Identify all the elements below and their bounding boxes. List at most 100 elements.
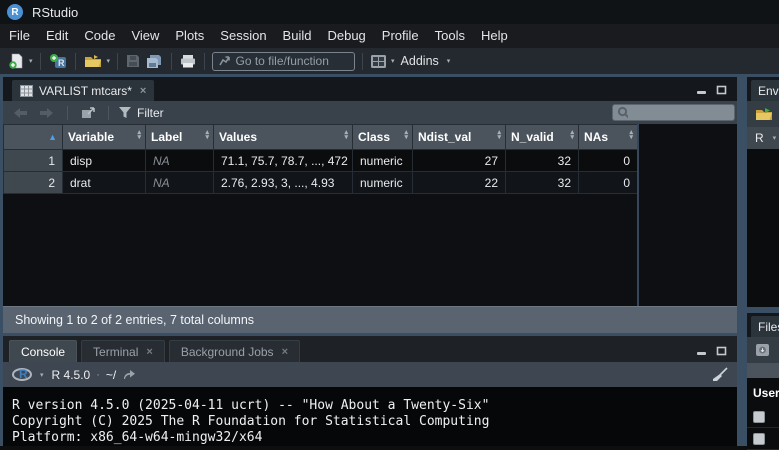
header-nas[interactable]: NAs▴▾ [579,125,638,150]
files-path-label[interactable]: Users [747,378,779,406]
menu-session[interactable]: Session [212,24,274,48]
files-toolbar [747,337,779,363]
environment-language-selector[interactable]: R ▾ [747,127,779,149]
file-row[interactable] [747,406,779,428]
cell-label: NA [146,172,214,194]
close-icon[interactable]: × [282,346,288,358]
tab-environment[interactable]: Environment [751,80,779,101]
panes-layout-button[interactable] [368,54,389,69]
save-all-button[interactable] [143,53,166,70]
cell-values: 71.1, 75.7, 78.7, ..., 472 [214,150,353,172]
addins-button[interactable]: Addins ▾ [397,54,457,68]
tab-terminal[interactable]: Terminal × [81,340,165,362]
files-body: Users [747,378,779,450]
goto-file-search[interactable] [212,52,355,71]
panes-layout-caret-icon[interactable]: ▾ [389,57,397,65]
menu-help[interactable]: Help [473,24,516,48]
tab-title: VARLIST mtcars* [39,84,132,98]
table-search-box[interactable] [612,104,735,121]
popout-window-icon [81,107,95,119]
console-output[interactable]: R version 4.5.0 (2025-04-11 ucrt) -- "Ho… [3,387,737,446]
goto-file-input[interactable] [236,54,349,68]
cell-nas: 0 [579,150,638,172]
open-file-button[interactable] [81,53,105,69]
menu-file[interactable]: File [1,24,38,48]
cell-class: numeric [353,150,413,172]
maximize-icon[interactable] [716,85,727,95]
table-row[interactable]: 1 disp NA 71.1, 75.7, 78.7, ..., 472 num… [4,150,638,172]
panes-grid-icon [371,55,386,68]
minimize-icon[interactable] [696,85,707,95]
table-search-input[interactable] [631,107,730,119]
search-icon [617,106,628,119]
menu-tools[interactable]: Tools [427,24,473,48]
entries-summary: Showing 1 to 2 of 2 entries, 7 total col… [15,313,254,327]
header-label: N_valid [511,130,554,144]
tab-console[interactable]: Console [9,340,77,362]
print-button[interactable] [177,53,199,69]
close-icon[interactable]: × [146,346,152,358]
show-in-new-window-button[interactable] [78,106,98,120]
menu-code[interactable]: Code [76,24,123,48]
viewer-toolbar: Filter [3,101,737,124]
header-class[interactable]: Class▴▾ [353,125,413,150]
new-file-button[interactable] [5,52,27,70]
menu-plots[interactable]: Plots [167,24,212,48]
clear-console-button[interactable] [711,367,728,387]
broom-icon [711,367,728,382]
open-file-caret-icon[interactable]: ▾ [105,57,113,65]
data-grid-icon [20,85,33,97]
print-icon [180,54,196,68]
menu-view[interactable]: View [123,24,167,48]
load-workspace-button[interactable] [752,106,777,122]
minimize-icon[interactable] [696,346,707,356]
r-version-caret-icon[interactable]: ▾ [38,371,46,379]
header-n-valid[interactable]: N_valid▴▾ [506,125,579,150]
tab-label: Environment [758,84,779,98]
save-button[interactable] [123,53,143,69]
tab-background-jobs[interactable]: Background Jobs × [169,340,300,362]
goto-arrow-icon [219,56,229,66]
menu-edit[interactable]: Edit [38,24,76,48]
file-checkbox[interactable] [753,433,765,445]
environment-toolbar [747,101,779,127]
row-number: 1 [4,150,63,172]
save-all-icon [146,54,163,69]
filter-button[interactable]: Filter [119,106,164,120]
maximize-icon[interactable] [716,346,727,356]
menu-build[interactable]: Build [275,24,320,48]
back-button[interactable] [10,106,31,120]
new-project-button[interactable]: R [46,52,70,70]
tab-label: Files [758,320,779,334]
filter-funnel-icon [119,107,131,118]
files-pane: Files Users [747,313,779,446]
open-in-window-icon[interactable] [122,369,136,380]
close-icon[interactable]: × [138,85,146,97]
table-row[interactable]: 2 drat NA 2.76, 2.93, 3, ..., 4.93 numer… [4,172,638,194]
pane-window-buttons [696,85,727,95]
tab-varlist-mtcars[interactable]: VARLIST mtcars* × [12,80,154,101]
header-label: Values [219,130,257,144]
rstudio-logo-icon: R [7,4,23,20]
new-file-caret-icon[interactable]: ▾ [27,57,35,65]
toolbar-separator [117,53,118,70]
toolbar-separator [40,53,41,70]
tab-files[interactable]: Files [751,316,779,337]
header-variable[interactable]: Variable▴▾ [63,125,146,150]
file-row[interactable] [747,428,779,450]
environment-tabbar: Environment [747,77,779,101]
table-status-bar: Showing 1 to 2 of 2 entries, 7 total col… [3,306,737,333]
console-line: Copyright (C) 2025 The R Foundation for … [12,414,737,430]
header-values[interactable]: Values▴▾ [214,125,353,150]
toolbar-separator [204,53,205,70]
working-directory[interactable]: ~/ [106,368,116,382]
files-action-button[interactable] [752,342,773,358]
header-label-col[interactable]: Label▴▾ [146,125,214,150]
header-ndist-val[interactable]: Ndist_val▴▾ [413,125,506,150]
r-version-icon[interactable]: R [12,368,32,381]
menu-debug[interactable]: Debug [319,24,373,48]
header-rownum[interactable]: ▲ [4,125,63,150]
file-checkbox[interactable] [753,411,765,423]
menu-profile[interactable]: Profile [374,24,427,48]
forward-button[interactable] [36,106,57,120]
